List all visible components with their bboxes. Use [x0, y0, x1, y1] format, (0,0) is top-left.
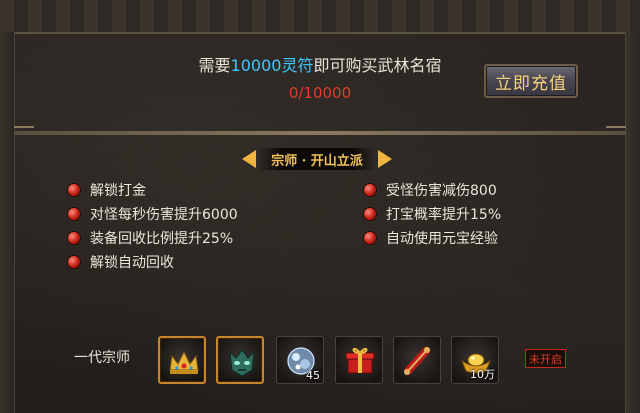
divider-right-ornament: [606, 126, 626, 140]
requirement-amount: 10000灵符: [230, 56, 314, 75]
reward-slot-gift[interactable]: [335, 336, 383, 384]
section-title: 宗师 · 开山立派: [258, 148, 376, 170]
right-frame-border: [625, 32, 640, 413]
divider-left-ornament: [14, 126, 34, 140]
perk-text: 对怪每秒伤害提升6000: [90, 207, 238, 223]
red-bullet-icon: [364, 232, 376, 244]
perk-item: 自动使用元宝经验: [364, 228, 498, 248]
red-bullet-icon: [364, 184, 376, 196]
perk-item: 受怪伤害减伤800: [364, 180, 497, 200]
reward-slot-scroll[interactable]: [393, 336, 441, 384]
section-divider: [14, 131, 626, 135]
perk-item: 解锁打金: [68, 180, 146, 200]
red-bullet-icon: [68, 208, 80, 220]
purchase-header: 需要10000灵符即可购买武林名宿 0/10000 立即充值: [14, 34, 626, 130]
locked-status-badge: 未开启: [525, 349, 566, 368]
requirement-suffix: 即可购买武林名宿: [313, 56, 442, 75]
perk-text: 受怪伤害减伤800: [386, 183, 497, 199]
reward-slot-crystal[interactable]: 45: [276, 336, 324, 384]
requirement-prefix: 需要: [198, 56, 231, 75]
jade-mask-icon: [229, 349, 255, 377]
perk-item: 对怪每秒伤害提升6000: [68, 204, 238, 224]
golden-crown-icon: [169, 350, 199, 374]
red-bullet-icon: [68, 256, 80, 268]
reward-slot-crown[interactable]: [158, 336, 206, 384]
perk-item: 打宝概率提升15%: [364, 204, 501, 224]
perk-text: 打宝概率提升15%: [386, 207, 502, 223]
perk-text: 装备回收比例提升25%: [90, 231, 234, 247]
recharge-now-button[interactable]: 立即充值: [484, 64, 578, 98]
perk-item: 装备回收比例提升25%: [68, 228, 233, 248]
arrow-left-icon: [242, 150, 256, 168]
vip-panel: 需要10000灵符即可购买武林名宿 0/10000 立即充值 宗师 · 开山立派…: [0, 0, 640, 413]
reward-slot-ingot[interactable]: 10万: [451, 336, 499, 384]
reward-row-label: 一代宗师: [74, 350, 130, 366]
red-bullet-icon: [364, 208, 376, 220]
section-title-plate: 宗师 · 开山立派: [240, 146, 394, 172]
red-scroll-icon: [404, 347, 430, 375]
perk-text: 解锁自动回收: [90, 255, 174, 271]
perk-text: 自动使用元宝经验: [386, 231, 498, 247]
red-gift-box-icon: [345, 347, 375, 374]
red-bullet-icon: [68, 232, 80, 244]
item-count: 10万: [470, 368, 495, 381]
perk-item: 解锁自动回收: [68, 252, 174, 272]
top-ornament-border: [0, 0, 640, 34]
left-frame-border: [0, 32, 15, 413]
item-count: 45: [306, 369, 320, 382]
arrow-right-icon: [378, 150, 392, 168]
reward-slot-mask[interactable]: [216, 336, 264, 384]
perk-text: 解锁打金: [90, 183, 146, 199]
red-bullet-icon: [68, 184, 80, 196]
